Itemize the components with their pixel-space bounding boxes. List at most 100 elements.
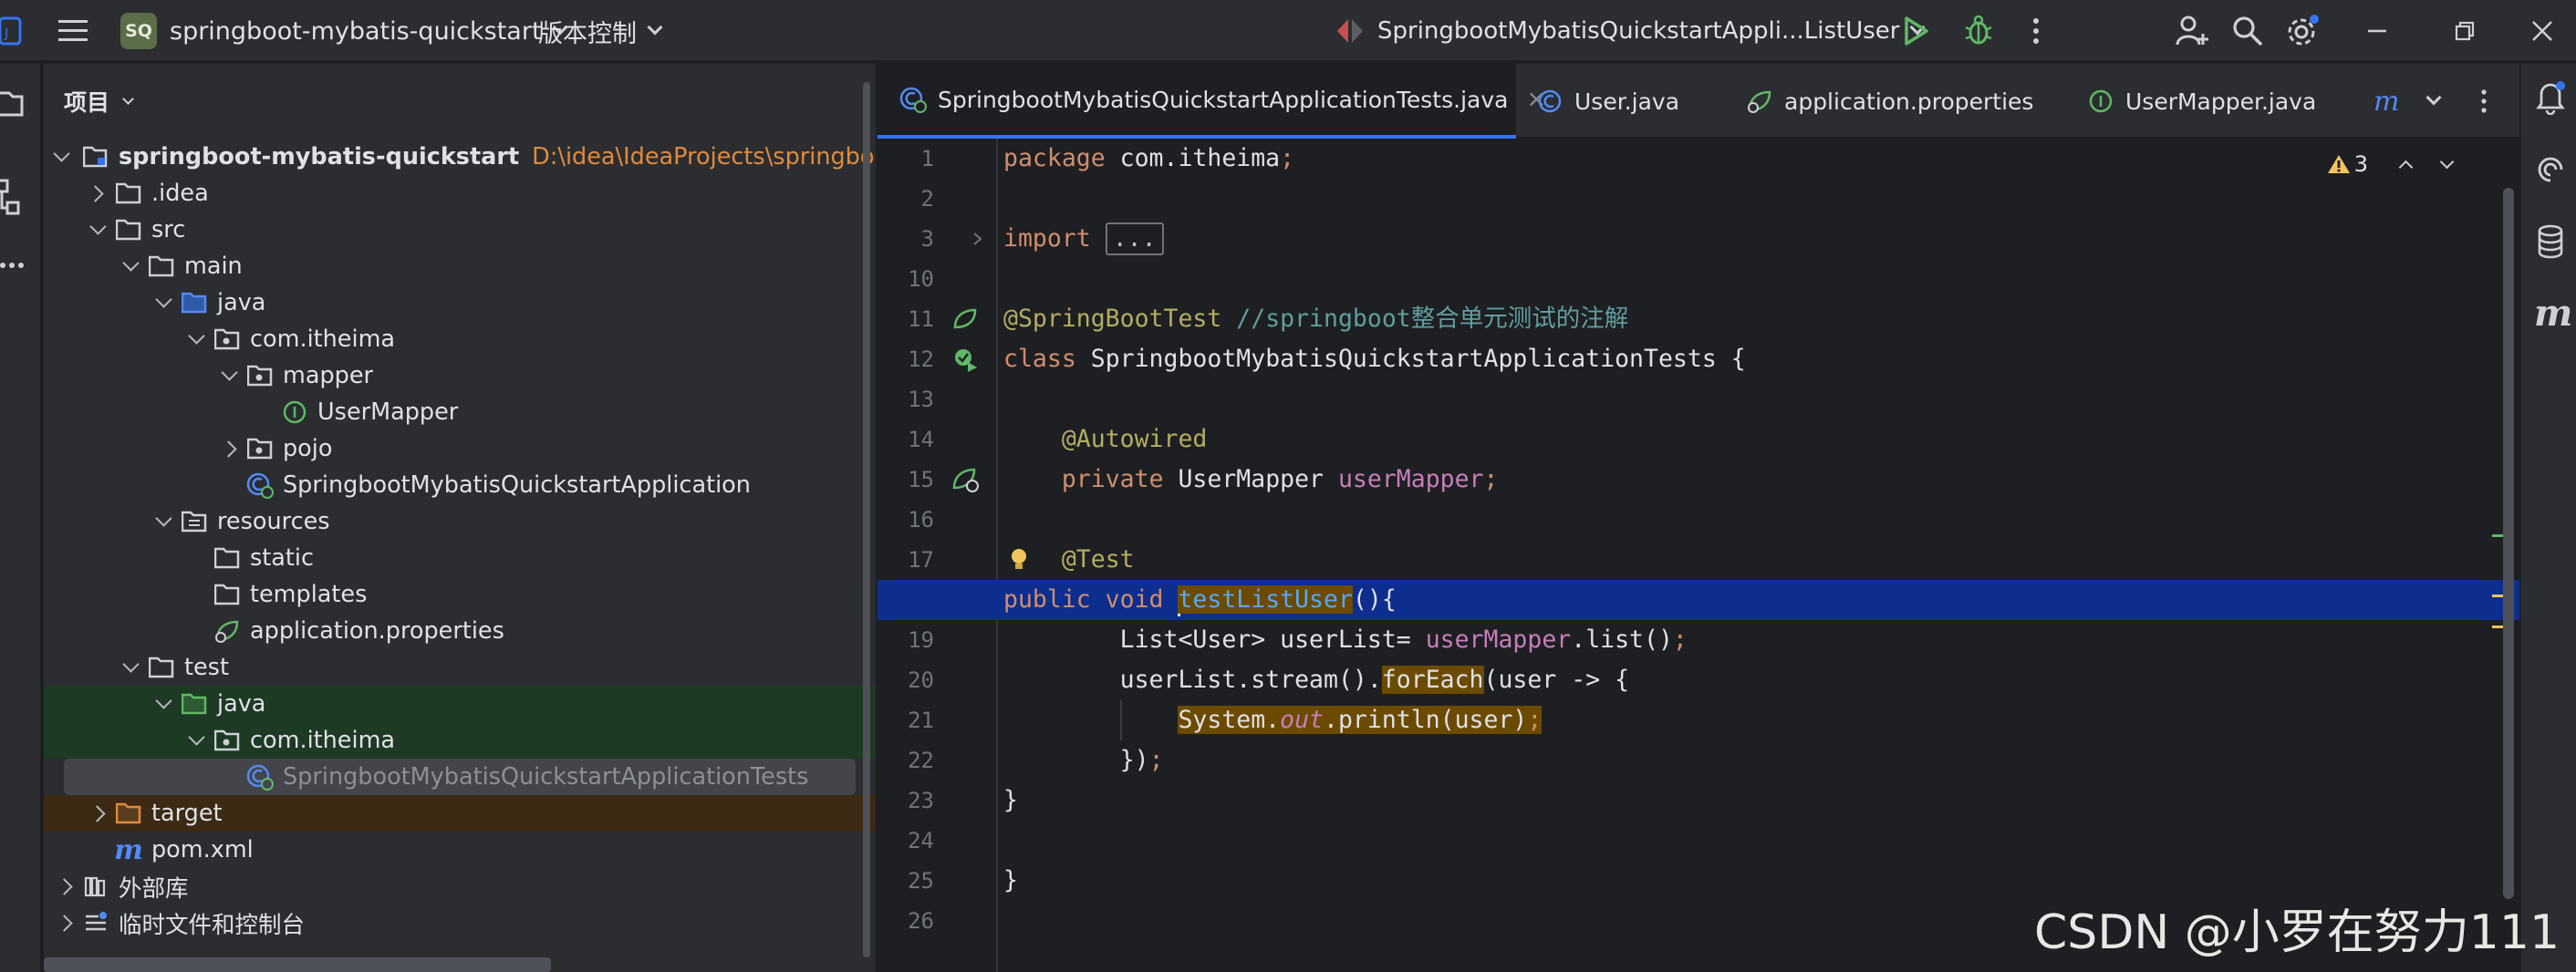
chevron-down-icon[interactable] <box>153 503 173 540</box>
chevron-right-icon[interactable] <box>57 868 77 905</box>
chevron-right-icon[interactable] <box>57 905 77 941</box>
vcs-menu[interactable]: 版本控制 <box>538 0 663 62</box>
line-number: 11 <box>908 306 934 332</box>
chevron-right-icon[interactable] <box>221 430 241 467</box>
tree-row-pojo[interactable]: pojo <box>44 430 876 467</box>
ai-assistant-icon[interactable] <box>2534 153 2567 192</box>
main-menu-icon[interactable] <box>57 0 89 62</box>
tab-usermapper[interactable]: UserMapper.java <box>2087 64 2316 139</box>
more-actions-icon[interactable] <box>2031 0 2041 62</box>
settings-gear-icon[interactable] <box>2284 0 2321 62</box>
project-panel: 项目 springboot-mybatis-quickstart D:\idea\… <box>44 64 876 972</box>
add-user-icon[interactable] <box>2175 0 2211 62</box>
run-icon[interactable] <box>1901 0 1930 62</box>
tree-row-target[interactable]: target <box>44 795 876 832</box>
line-number: 17 <box>908 547 934 573</box>
project-name: springboot-mybatis-quickstart <box>170 16 542 46</box>
title-bar: J SQ springboot-mybatis-quickstart 版本控制 … <box>0 0 2576 62</box>
close-icon[interactable] <box>2530 0 2554 62</box>
run-config-selector[interactable]: SpringbootMybatisQuickstartAppli...ListU… <box>1335 0 1926 62</box>
project-tool-icon[interactable] <box>0 88 27 125</box>
tree-label: java <box>217 690 266 718</box>
code-line: @SpringBootTest //springboot整合单元测试的注解 <box>1003 305 1629 333</box>
tree-label: resources <box>217 508 330 535</box>
tab-application-tests[interactable]: SpringbootMybatisQuickstartApplicationTe… <box>878 64 1546 139</box>
project-panel-header[interactable]: 项目 <box>64 80 134 122</box>
tabs-dropdown-icon[interactable] <box>2425 64 2442 139</box>
line-number: 2 <box>920 186 934 212</box>
run-test-class-icon[interactable] <box>950 339 980 379</box>
tab-label: User.java <box>1574 88 1680 115</box>
chevron-down-icon[interactable] <box>153 686 173 722</box>
tree-row-src[interactable]: src <box>44 212 876 248</box>
spring-properties-icon <box>213 613 241 649</box>
tab-application-properties[interactable]: application.properties <box>1746 64 2033 139</box>
restore-icon[interactable] <box>2454 0 2476 62</box>
tab-label: SpringbootMybatisQuickstartApplicationTe… <box>938 86 1509 113</box>
tree-row-external-libraries[interactable]: 外部库 <box>44 868 876 905</box>
chevron-right-icon[interactable] <box>88 175 108 212</box>
tree-label: java <box>217 289 266 316</box>
editor-gutter: 1 2 3 10 11 12 13 14 15 16 17 18 19 20 2… <box>878 139 998 972</box>
structure-tool-icon[interactable] <box>0 177 27 223</box>
notifications-bell-icon[interactable] <box>2534 78 2567 121</box>
search-icon[interactable] <box>2231 0 2264 62</box>
tree-label: main <box>184 253 243 280</box>
current-code-line: public void testListUser(){ <box>878 580 2576 620</box>
tree-row-templates[interactable]: templates <box>44 576 876 613</box>
fold-expand-icon[interactable] <box>963 219 992 259</box>
editor-vertical-scrollbar[interactable] <box>2503 188 2514 899</box>
chevron-down-icon[interactable] <box>186 321 206 357</box>
chevron-down-icon[interactable] <box>51 139 71 175</box>
code-area[interactable]: package com.itheima; import ... @SpringB… <box>878 139 2576 972</box>
minimize-icon[interactable] <box>2366 0 2388 62</box>
tree-row-main[interactable]: main <box>44 248 876 284</box>
chevron-down-icon[interactable] <box>219 357 239 394</box>
chevron-down-icon[interactable] <box>186 722 206 759</box>
intention-bulb-icon[interactable] <box>1009 547 1029 579</box>
project-switcher[interactable]: SQ springboot-mybatis-quickstart <box>120 0 568 62</box>
tab-overflow-pom[interactable]: m <box>2373 64 2399 139</box>
chevron-down-icon[interactable] <box>120 248 140 284</box>
tree-row-project-root[interactable]: springboot-mybatis-quickstart D:\idea\Ide… <box>44 139 876 175</box>
project-horizontal-scrollbar[interactable] <box>44 957 551 972</box>
ide-logo-icon[interactable]: J <box>0 0 24 62</box>
tree-row-scratches[interactable]: 临时文件和控制台 <box>44 905 876 941</box>
tree-label: springboot-mybatis-quickstart D:\idea\Ide… <box>119 143 876 171</box>
more-tools-icon[interactable] <box>0 253 27 281</box>
package-icon <box>246 430 274 467</box>
debug-icon[interactable] <box>1963 0 1994 62</box>
spring-class-icon <box>246 467 274 503</box>
tree-row-resources[interactable]: resources <box>44 503 876 540</box>
tree-row-idea[interactable]: .idea <box>44 175 876 212</box>
line-number: 22 <box>908 748 934 773</box>
tree-row-usermapper[interactable]: UserMapper <box>44 394 876 430</box>
chevron-down-icon[interactable] <box>153 284 173 321</box>
database-icon[interactable] <box>2536 224 2565 265</box>
chevron-down-icon[interactable] <box>88 212 108 248</box>
folded-imports[interactable]: ... <box>1105 222 1164 255</box>
tree-row-java-test[interactable]: java <box>44 686 876 722</box>
watermark: CSDN @小罗在努力111 <box>2034 905 2560 960</box>
chevron-down-icon[interactable] <box>120 649 140 686</box>
maven-tool-icon[interactable]: m <box>2534 292 2572 335</box>
line-number: 15 <box>908 467 934 492</box>
tree-row-test[interactable]: test <box>44 649 876 686</box>
tree-row-pom[interactable]: m pom.xml <box>44 832 876 868</box>
tree-row-mapper[interactable]: mapper <box>44 357 876 394</box>
tree-row-application[interactable]: SpringbootMybatisQuickstartApplication <box>44 467 876 503</box>
project-vertical-scrollbar[interactable] <box>861 82 872 972</box>
line-number: 1 <box>920 146 934 171</box>
tree-row-application-properties[interactable]: application.properties <box>44 613 876 649</box>
spring-bean-icon[interactable] <box>950 299 980 339</box>
autowired-navigate-icon[interactable] <box>950 460 980 500</box>
tab-user[interactable]: User.java <box>1536 64 1679 139</box>
resources-folder-icon <box>181 503 208 540</box>
chevron-right-icon[interactable] <box>89 795 109 832</box>
tree-row-application-tests[interactable]: SpringbootMybatisQuickstartApplicationTe… <box>64 759 856 795</box>
editor-more-icon[interactable] <box>2479 64 2488 139</box>
tree-row-java-main[interactable]: java <box>44 284 876 321</box>
tree-row-package-test[interactable]: com.itheima <box>44 722 876 759</box>
tree-row-package[interactable]: com.itheima <box>44 321 876 357</box>
tree-row-static[interactable]: static <box>44 540 876 576</box>
